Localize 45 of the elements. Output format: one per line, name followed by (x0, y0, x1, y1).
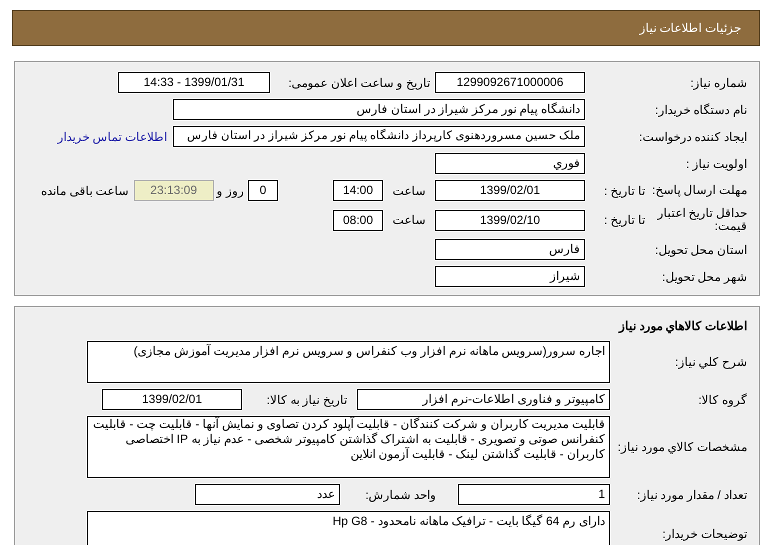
field-label: واحد شمارش: (364, 486, 436, 504)
field-label: حداقل تاریخ اعتبار قیمت: (656, 207, 747, 233)
text-field[interactable]: اجاره سرور(سرویس ماهانه نرم افزار وب کنفراس و سرویس نرم افزار مدیریت آموزش مجازی) (87, 341, 610, 383)
field-label: استان محل تحویل: (654, 242, 747, 258)
field-label: اولویت نیاز : (684, 156, 747, 172)
text-field[interactable]: 1299092671000006 (435, 72, 585, 93)
section-title: اطلاعات کالاهاي مورد نیاز (617, 318, 747, 335)
text-field[interactable]: دانشگاه پیام نور مرکز شیراز در استان فارس (173, 99, 585, 120)
text-field[interactable]: ملک حسین مسروردهنوی کارپرداز دانشگاه پیام نور مرکز شیراز در استان فارس (173, 126, 585, 147)
text-field[interactable]: شیراز (435, 266, 585, 287)
field-label: مشخصات کالاي مورد نیاز: (616, 439, 747, 456)
field-label: تا تاریخ : (604, 182, 645, 200)
field-label: ساعت باقی مانده (40, 182, 129, 200)
text-field[interactable]: فارس (435, 239, 585, 260)
field-label: ایجاد کننده درخواست: (638, 128, 747, 146)
contact-link[interactable]: اطلاعات تماس خریدار (57, 128, 167, 146)
text-field[interactable]: قابلیت مدیریت کاربران و شرکت کنندگان - قابلیت آپلود کردن تصاوی و نمایش آنها - قابلیت چت - قابلیت کنفرانس صوتی و تصویری - قابلیت به اشتراک گذاشتن کامپیوتر شخصی - عدم نیاز به IP اختصاصی کاربران - قابلیت گذاشتن لینک - قابلیت آزمون انلاین (87, 416, 610, 478)
text-field[interactable]: 14:00 (333, 180, 383, 201)
field-label: تا تاریخ : (604, 212, 645, 229)
field-label: تاریخ و ساعت اعلان عمومی: (287, 74, 430, 92)
text-field[interactable]: 1399/02/01 (435, 180, 585, 201)
field-label: شماره نیاز: (689, 74, 747, 92)
text-field[interactable]: عدد (195, 484, 340, 505)
text-field[interactable]: 1399/02/10 (435, 210, 585, 230)
field-label: مهلت ارسال پاسخ: (650, 184, 747, 197)
field-label: گروه کالا: (697, 392, 747, 408)
countdown-field: 23:13:09 (134, 180, 214, 201)
text-field[interactable]: کامپیوتر و فناوری اطلاعات-نرم افزار (357, 389, 610, 410)
text-field[interactable]: 0 (248, 180, 278, 201)
text-field[interactable]: 08:00 (333, 210, 383, 230)
text-field[interactable]: 1 (458, 484, 610, 505)
field-label: ساعت (392, 212, 426, 229)
field-label: توضیحات خریدار: (661, 526, 747, 543)
field-label: تعداد / مقدار مورد نیاز: (636, 486, 747, 504)
field-label: شهر محل تحویل: (660, 268, 747, 286)
field-label: نام دستگاه خریدار: (654, 102, 747, 118)
text-field[interactable]: دارای رم 64 گیگا بایت - ترافیک ماهانه نامحدود - Hp G8 (87, 511, 610, 545)
text-field[interactable]: فوري (435, 153, 585, 174)
field-label: شرح کلي نیاز: (674, 354, 747, 371)
page-title: جزئیات اطلاعات نیاز (639, 20, 741, 37)
field-label: ساعت (392, 182, 426, 200)
field-label: روز و (216, 182, 244, 200)
text-field[interactable]: 1399/01/31 - 14:33 (118, 72, 270, 93)
field-label: تاریخ نیاز به کالا: (266, 392, 347, 408)
text-field[interactable]: 1399/02/01 (102, 389, 242, 410)
